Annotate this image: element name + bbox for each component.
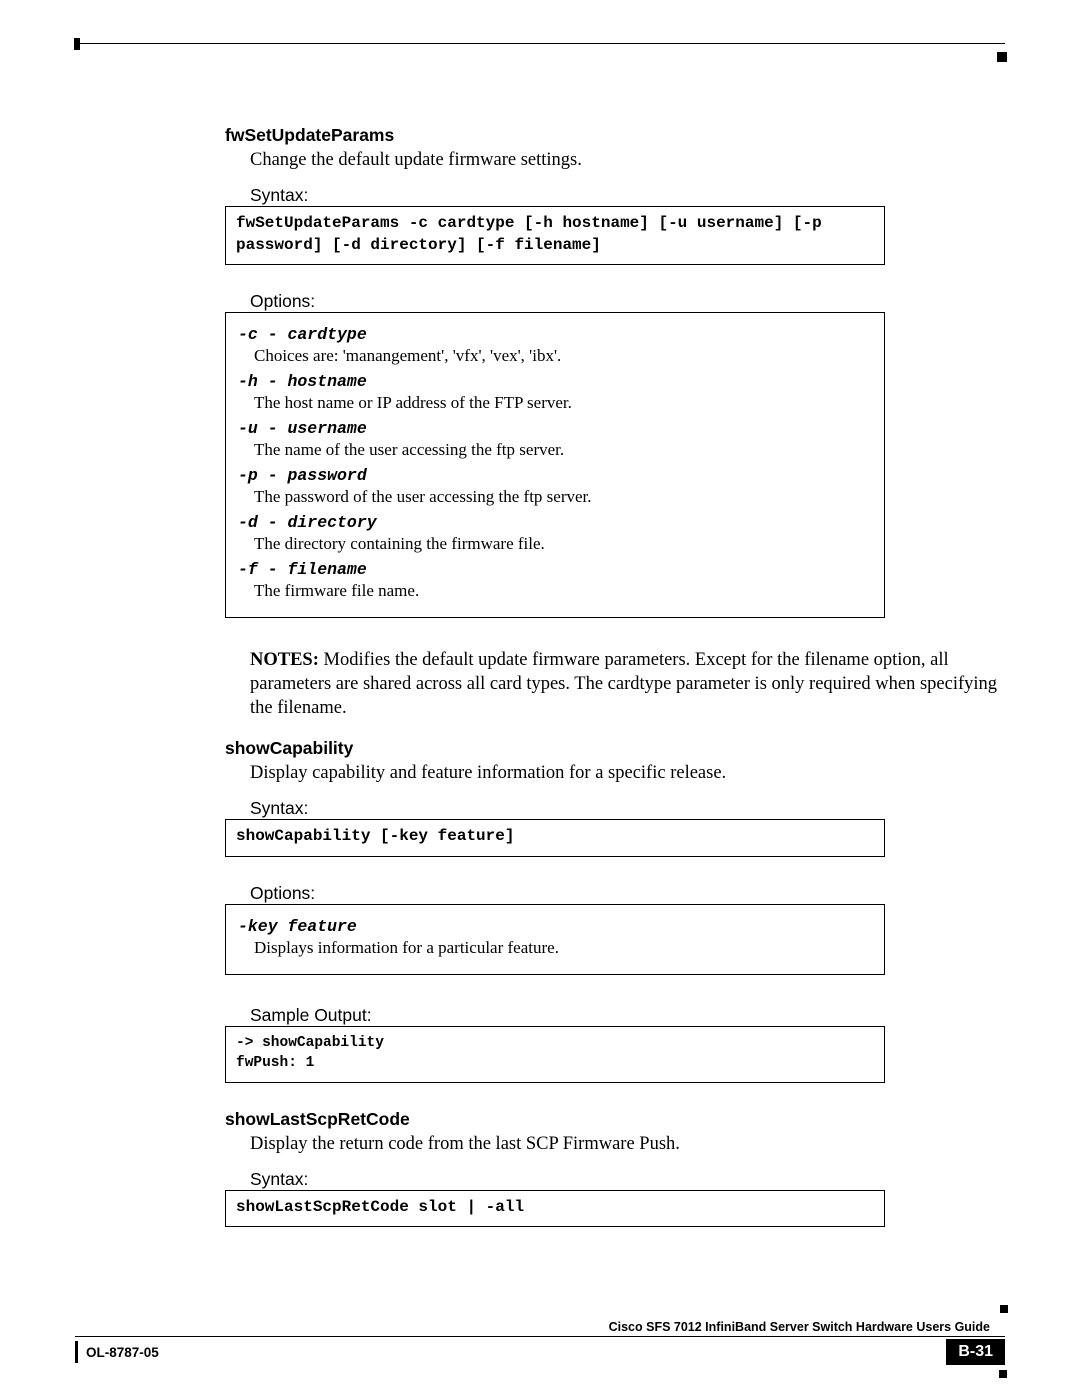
cmd-desc: Display the return code from the last SC… xyxy=(250,1134,1005,1155)
sample-output-box: -> showCapability fwPush: 1 xyxy=(225,1026,885,1083)
option-flag: -d - directory xyxy=(238,513,872,532)
cmd-desc: Change the default update firmware setti… xyxy=(250,150,1005,171)
option-flag: -u - username xyxy=(238,419,872,438)
syntax-label: Syntax: xyxy=(250,798,1005,819)
options-label: Options: xyxy=(250,291,1005,312)
cmd-heading-showcapability: showCapability xyxy=(225,738,1005,759)
sample-output-label: Sample Output: xyxy=(250,1005,1005,1026)
option-desc: Displays information for a particular fe… xyxy=(254,938,872,958)
options-box: -key feature Displays information for a … xyxy=(225,904,885,975)
option-desc: The host name or IP address of the FTP s… xyxy=(254,393,872,413)
cmd-desc: Display capability and feature informati… xyxy=(250,763,1005,784)
cmd-heading-fwsetupdateparams: fwSetUpdateParams xyxy=(225,125,1005,146)
footer-doc-code: OL-8787-05 xyxy=(86,1345,159,1360)
option-flag: -key feature xyxy=(238,917,872,936)
syntax-box: fwSetUpdateParams -c cardtype [-h hostna… xyxy=(225,206,885,265)
option-flag: -h - hostname xyxy=(238,372,872,391)
footer-left: OL-8787-05 xyxy=(75,1341,159,1363)
options-label: Options: xyxy=(250,883,1005,904)
option-flag: -f - filename xyxy=(238,560,872,579)
page-footer: Cisco SFS 7012 InfiniBand Server Switch … xyxy=(75,1318,1005,1365)
notes-paragraph: NOTES: Modifies the default update firmw… xyxy=(250,648,1022,720)
option-desc: The firmware file name. xyxy=(254,581,872,601)
syntax-label: Syntax: xyxy=(250,185,1005,206)
option-desc: The name of the user accessing the ftp s… xyxy=(254,440,872,460)
footer-doc-title: Cisco SFS 7012 InfiniBand Server Switch … xyxy=(75,1318,1005,1336)
notes-body: Modifies the default update firmware par… xyxy=(250,650,997,718)
syntax-box: showLastScpRetCode slot | -all xyxy=(225,1190,885,1228)
footer-square-icon xyxy=(1000,1305,1008,1313)
cmd-heading-showlastscpretcode: showLastScpRetCode xyxy=(225,1109,1005,1130)
option-desc: The directory containing the firmware fi… xyxy=(254,534,872,554)
option-flag: -c - cardtype xyxy=(238,325,872,344)
footer-vertical-bar-icon xyxy=(75,1341,78,1363)
option-desc: The password of the user accessing the f… xyxy=(254,487,872,507)
option-desc: Choices are: 'manangement', 'vfx', 'vex'… xyxy=(254,346,872,366)
page-number-badge: B-31 xyxy=(946,1339,1005,1365)
page-content: fwSetUpdateParams Change the default upd… xyxy=(225,125,1005,1253)
syntax-label: Syntax: xyxy=(250,1169,1005,1190)
syntax-box: showCapability [-key feature] xyxy=(225,819,885,857)
footer-square-icon xyxy=(999,1370,1007,1378)
notes-label: NOTES: xyxy=(250,650,319,670)
option-flag: -p - password xyxy=(238,466,872,485)
options-box: -c - cardtype Choices are: 'manangement'… xyxy=(225,312,885,618)
footer-bottom-row: OL-8787-05 B-31 xyxy=(75,1337,1005,1365)
